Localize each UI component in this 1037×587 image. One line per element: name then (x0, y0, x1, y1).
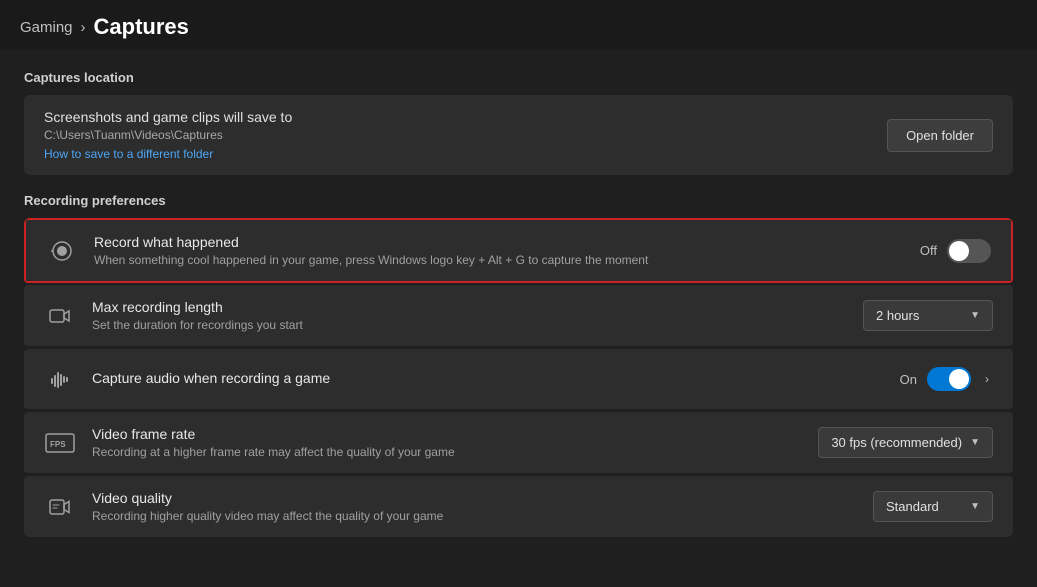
svg-text:FPS: FPS (50, 440, 66, 449)
capture-audio-row: Capture audio when recording a game On › (24, 349, 1013, 410)
record-toggle-track (947, 239, 991, 263)
max-recording-subtitle: Set the duration for recordings you star… (92, 318, 303, 332)
record-toggle-label: Off (920, 243, 937, 258)
video-quality-row: Video quality Recording higher quality v… (24, 476, 1013, 537)
capture-audio-control: On › (900, 367, 993, 391)
location-path: C:\Users\Tuanm\Videos\Captures (44, 128, 292, 142)
video-frame-rate-dropdown[interactable]: 30 fps (recommended) ▼ (818, 427, 993, 458)
capture-audio-title: Capture audio when recording a game (92, 370, 330, 386)
video-frame-rate-text: Video frame rate Recording at a higher f… (92, 426, 455, 459)
max-recording-text: Max recording length Set the duration fo… (92, 299, 303, 332)
capture-audio-text: Capture audio when recording a game (92, 370, 330, 389)
record-toggle[interactable] (947, 239, 991, 263)
location-info: Screenshots and game clips will save to … (44, 109, 292, 161)
video-camera-icon (44, 300, 76, 332)
video-frame-rate-left: FPS Video frame rate Recording at a high… (44, 426, 455, 459)
breadcrumb-separator: › (81, 19, 86, 36)
record-what-happened-control: Off (920, 239, 991, 263)
capture-audio-toggle-thumb (949, 369, 969, 389)
record-what-happened-row: Record what happened When something cool… (26, 220, 1011, 281)
capture-audio-toggle-track (927, 367, 971, 391)
page-header: Gaming › Captures (0, 0, 1037, 50)
location-change-link[interactable]: How to save to a different folder (44, 147, 213, 161)
location-main-text: Screenshots and game clips will save to (44, 109, 292, 125)
video-quality-icon (44, 491, 76, 523)
video-frame-rate-chevron-icon: ▼ (970, 437, 980, 448)
breadcrumb-current: Captures (94, 14, 189, 40)
fps-icon: FPS (44, 427, 76, 459)
max-recording-control: 2 hours ▼ (863, 300, 993, 331)
video-quality-text: Video quality Recording higher quality v… (92, 490, 443, 523)
max-recording-length-row: Max recording length Set the duration fo… (24, 285, 1013, 347)
video-frame-rate-dropdown-value: 30 fps (recommended) (831, 435, 962, 450)
recording-preferences-title: Recording preferences (24, 193, 1013, 208)
capture-audio-left: Capture audio when recording a game (44, 363, 330, 395)
capture-audio-toggle[interactable] (927, 367, 971, 391)
video-frame-rate-subtitle: Recording at a higher frame rate may aff… (92, 445, 455, 459)
video-quality-subtitle: Recording higher quality video may affec… (92, 509, 443, 523)
video-quality-title: Video quality (92, 490, 443, 506)
video-quality-control: Standard ▼ (873, 491, 993, 522)
record-what-happened-subtitle: When something cool happened in your gam… (94, 253, 648, 267)
capture-audio-toggle-label: On (900, 372, 917, 387)
max-recording-left: Max recording length Set the duration fo… (44, 299, 303, 332)
record-icon-svg (50, 239, 74, 263)
video-frame-rate-title: Video frame rate (92, 426, 455, 442)
max-recording-title: Max recording length (92, 299, 303, 315)
open-folder-button[interactable]: Open folder (887, 119, 993, 152)
video-frame-rate-row: FPS Video frame rate Recording at a high… (24, 412, 1013, 474)
video-camera-svg (48, 304, 72, 328)
audio-icon (44, 363, 76, 395)
video-frame-rate-control: 30 fps (recommended) ▼ (818, 427, 993, 458)
record-what-happened-highlight: Record what happened When something cool… (24, 218, 1013, 283)
recording-preferences-section: Record what happened When something cool… (24, 218, 1013, 537)
record-toggle-thumb (949, 241, 969, 261)
main-content: Captures location Screenshots and game c… (0, 50, 1037, 557)
capture-audio-expand-icon[interactable]: › (981, 368, 993, 390)
captures-location-title: Captures location (24, 70, 1013, 85)
max-recording-chevron-icon: ▼ (970, 310, 980, 321)
video-quality-chevron-icon: ▼ (970, 501, 980, 512)
video-quality-dropdown[interactable]: Standard ▼ (873, 491, 993, 522)
record-icon (46, 235, 78, 267)
video-quality-svg (48, 495, 72, 519)
fps-svg: FPS (45, 431, 75, 455)
record-what-happened-text: Record what happened When something cool… (94, 234, 648, 267)
record-what-happened-left: Record what happened When something cool… (46, 234, 648, 267)
video-quality-dropdown-value: Standard (886, 499, 939, 514)
max-recording-dropdown[interactable]: 2 hours ▼ (863, 300, 993, 331)
video-quality-left: Video quality Recording higher quality v… (44, 490, 443, 523)
captures-location-card: Screenshots and game clips will save to … (24, 95, 1013, 175)
record-what-happened-title: Record what happened (94, 234, 648, 250)
max-recording-dropdown-value: 2 hours (876, 308, 919, 323)
breadcrumb-parent[interactable]: Gaming (20, 19, 73, 36)
audio-svg (48, 367, 72, 391)
